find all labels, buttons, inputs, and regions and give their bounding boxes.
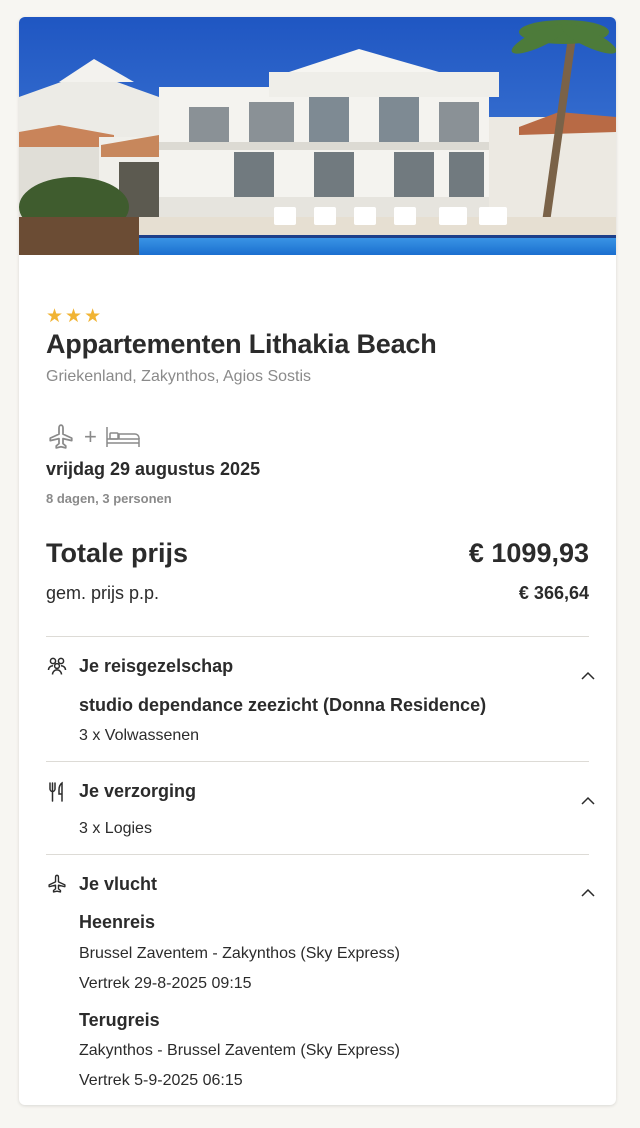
price-per-person-value: € 366,64 — [518, 583, 589, 603]
board-type: 3 x Logies — [79, 820, 152, 837]
hotel-name[interactable]: Appartementen Lithakia Beach — [46, 329, 437, 360]
departure-date: vrijdag 29 augustus 2025 — [46, 459, 261, 479]
plane-icon — [49, 424, 73, 449]
price-per-person-label: gem. prijs p.p. — [46, 583, 160, 603]
room-type: studio dependance zeezicht (Donna Reside… — [79, 695, 487, 715]
section-title-company: Je reisgezelschap — [79, 656, 234, 676]
plus-sign: + — [84, 424, 97, 449]
trip-duration: 8 dagen, 3 personen — [46, 491, 172, 506]
bed-icon — [106, 427, 140, 447]
section-title-flight: Je vlucht — [79, 874, 158, 894]
return-label: Terugreis — [79, 1010, 160, 1030]
divider — [46, 761, 589, 762]
chevron-up-icon[interactable] — [579, 884, 597, 902]
hotel-location: Griekenland, Zakynthos, Agios Sostis — [46, 368, 311, 386]
total-price-value: € 1099,93 — [468, 538, 589, 568]
total-price-label: Totale prijs — [46, 538, 189, 568]
travel-type: + — [46, 422, 141, 452]
group-icon — [47, 657, 67, 675]
star-icon: ★ — [84, 306, 102, 327]
location-island: Zakynthos, — [141, 368, 220, 385]
fork-knife-icon — [49, 781, 63, 802]
return-departure: Vertrek 5-9-2025 06:15 — [79, 1072, 243, 1089]
outbound-departure: Vertrek 29-8-2025 09:15 — [79, 975, 252, 992]
divider — [46, 854, 589, 855]
hotel-card: ★ ★ ★ Appartementen Lithakia Beach Griek… — [19, 17, 616, 1105]
plane-icon — [48, 874, 66, 893]
divider — [46, 636, 589, 637]
star-icon: ★ — [65, 306, 83, 327]
star-rating: ★ ★ ★ — [46, 307, 101, 327]
star-icon: ★ — [46, 306, 64, 327]
location-town: Agios Sostis — [223, 368, 312, 385]
outbound-route: Brussel Zaventem - Zakynthos (Sky Expres… — [79, 945, 400, 962]
chevron-up-icon[interactable] — [579, 792, 597, 810]
hotel-photo[interactable] — [19, 17, 616, 255]
chevron-up-icon[interactable] — [579, 667, 597, 685]
outbound-label: Heenreis — [79, 912, 156, 932]
location-country: Griekenland, — [46, 368, 137, 385]
return-route: Zakynthos - Brussel Zaventem (Sky Expres… — [79, 1042, 400, 1059]
travellers: 3 x Volwassenen — [79, 727, 200, 744]
section-title-meals: Je verzorging — [79, 781, 197, 801]
